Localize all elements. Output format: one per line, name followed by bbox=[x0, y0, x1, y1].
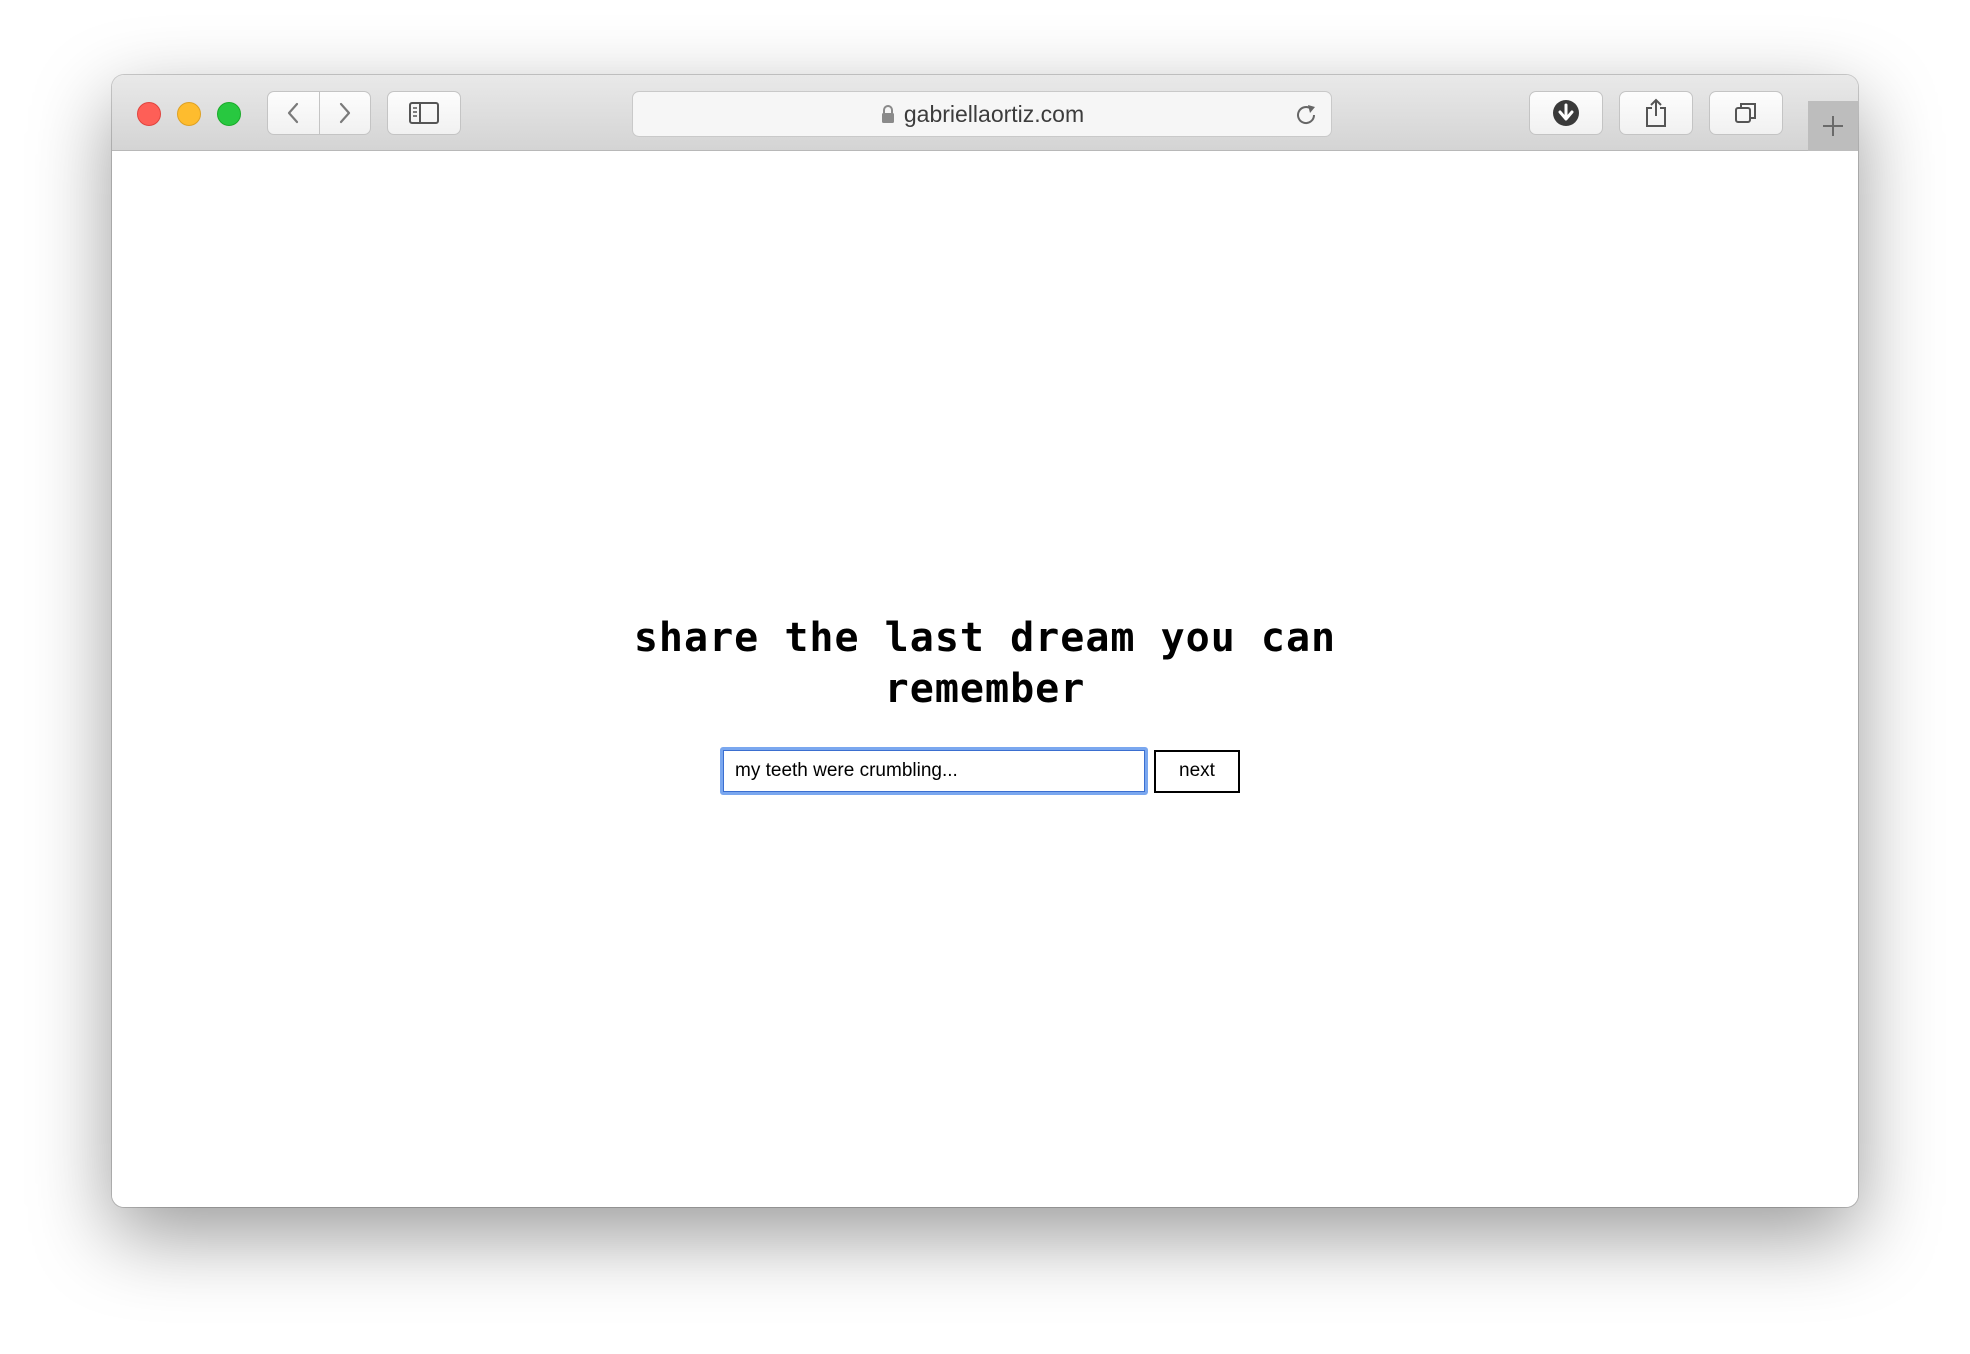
minimize-window-button[interactable] bbox=[177, 102, 201, 126]
chevron-right-icon bbox=[339, 102, 350, 124]
zoom-window-button[interactable] bbox=[217, 102, 241, 126]
heading-line-1: share the last dream you can bbox=[633, 615, 1337, 661]
browser-window: gabriellaortiz.com share the last dream … bbox=[112, 75, 1858, 1207]
share-icon bbox=[1646, 98, 1666, 127]
heading-line-2: remember bbox=[884, 666, 1086, 712]
tabs-overview-button[interactable] bbox=[1709, 91, 1783, 135]
browser-toolbar: gabriellaortiz.com bbox=[112, 75, 1858, 151]
address-bar[interactable]: gabriellaortiz.com bbox=[632, 91, 1332, 137]
close-window-button[interactable] bbox=[137, 102, 161, 126]
next-button[interactable]: next bbox=[1154, 749, 1240, 793]
forward-button[interactable] bbox=[318, 92, 371, 134]
plus-icon bbox=[1823, 116, 1843, 136]
sidebar-icon bbox=[409, 102, 439, 124]
dream-input[interactable] bbox=[720, 747, 1148, 795]
url-text: gabriellaortiz.com bbox=[903, 100, 1085, 127]
tabs-overview-icon bbox=[1735, 103, 1756, 123]
reload-icon bbox=[1297, 105, 1316, 124]
back-button[interactable] bbox=[268, 92, 319, 134]
new-tab-button[interactable] bbox=[1808, 101, 1858, 151]
lock-icon bbox=[881, 105, 894, 123]
dream-form: next bbox=[720, 747, 1240, 795]
chevron-left-icon bbox=[288, 102, 299, 124]
share-button[interactable] bbox=[1619, 91, 1693, 135]
page-content: share the last dream you can remember ne… bbox=[112, 151, 1858, 1207]
reload-button[interactable] bbox=[1293, 102, 1319, 133]
sidebar-button[interactable] bbox=[387, 91, 461, 135]
history-nav bbox=[267, 91, 371, 135]
downloads-button[interactable] bbox=[1529, 91, 1603, 135]
page-heading: share the last dream you can remember bbox=[112, 613, 1858, 715]
download-icon bbox=[1553, 100, 1579, 126]
